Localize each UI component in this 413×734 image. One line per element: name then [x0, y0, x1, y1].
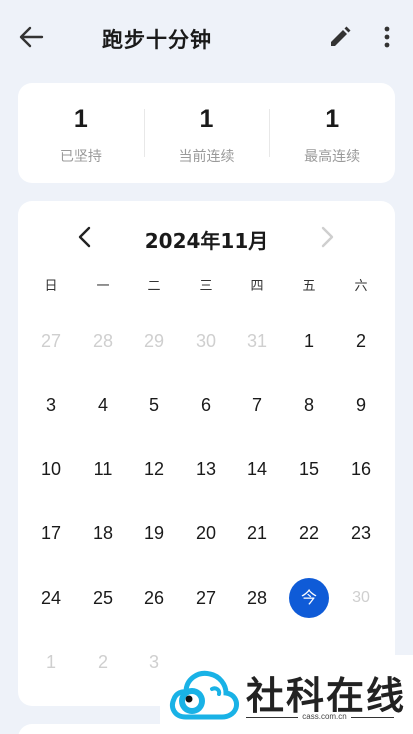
calendar-day[interactable]: 1 — [31, 642, 71, 682]
calendar-day[interactable]: 16 — [341, 449, 381, 489]
calendar-day[interactable]: 12 — [134, 449, 174, 489]
stat-value: 1 — [199, 105, 214, 133]
watermark-url: cass.com.cn — [298, 712, 351, 721]
calendar-day[interactable]: 14 — [237, 449, 277, 489]
stat-label: 已坚持 — [59, 149, 102, 165]
calendar-day[interactable]: 10 — [31, 449, 71, 489]
calendar-day[interactable]: 22 — [289, 513, 329, 553]
stat-label: 当前连续 — [178, 149, 235, 165]
calendar-day[interactable]: 5 — [134, 385, 174, 425]
calendar-day[interactable]: 2 — [341, 321, 381, 361]
calendar-day[interactable]: 1 — [289, 321, 329, 361]
calendar-day[interactable]: 7 — [237, 385, 277, 425]
more-options-button[interactable] — [372, 22, 402, 52]
stat-value: 1 — [73, 105, 88, 133]
calendar-day[interactable]: 11 — [83, 449, 123, 489]
calendar-day[interactable]: 9 — [341, 385, 381, 425]
stat-total-days: 1 已坚持 — [18, 83, 144, 183]
stat-best-streak: 1 最高连续 — [269, 83, 395, 183]
calendar-day[interactable]: 24 — [31, 578, 71, 618]
calendar-day[interactable]: 30 — [341, 578, 381, 618]
calendar-day[interactable]: 30 — [186, 321, 226, 361]
stat-label: 最高连续 — [304, 149, 361, 165]
calendar-day-today[interactable]: 今 — [289, 578, 329, 618]
edit-button[interactable] — [324, 22, 356, 52]
calendar-day[interactable]: 27 — [186, 578, 226, 618]
calendar-day[interactable]: 19 — [134, 513, 174, 553]
calendar-day[interactable]: 2 — [83, 642, 123, 682]
calendar-day[interactable]: 27 — [31, 321, 71, 361]
calendar-day[interactable]: 29 — [134, 321, 174, 361]
calendar-day[interactable]: 3 — [31, 385, 71, 425]
page-title: 跑步十分钟 — [102, 28, 212, 52]
weekday-fri: 五 — [302, 279, 316, 294]
weekday-sun: 日 — [44, 279, 58, 294]
weekday-mon: 一 — [96, 279, 110, 294]
app-bar: 跑步十分钟 — [0, 0, 413, 74]
weekday-thu: 四 — [250, 279, 264, 294]
arrow-left-icon — [19, 26, 44, 48]
chevron-right-icon — [321, 226, 334, 248]
watermark-url-wrapper: cass.com.cn — [160, 712, 413, 721]
weekday-sat: 六 — [354, 279, 368, 294]
calendar-card: 2024年11月 日 一 二 三 四 五 六 27 28 29 30 31 1 … — [18, 201, 395, 706]
stat-value: 1 — [325, 105, 340, 133]
calendar-day[interactable]: 31 — [237, 321, 277, 361]
calendar-day[interactable]: 25 — [83, 578, 123, 618]
calendar-day[interactable]: 6 — [186, 385, 226, 425]
calendar-day[interactable]: 17 — [31, 513, 71, 553]
calendar-day[interactable]: 26 — [134, 578, 174, 618]
next-month-button[interactable] — [314, 223, 342, 251]
calendar-day[interactable]: 8 — [289, 385, 329, 425]
back-button[interactable] — [14, 22, 48, 52]
calendar-day[interactable]: 13 — [186, 449, 226, 489]
calendar-day[interactable]: 18 — [83, 513, 123, 553]
calendar-day[interactable]: 28 — [83, 321, 123, 361]
calendar-day[interactable]: 28 — [237, 578, 277, 618]
calendar-day[interactable]: 15 — [289, 449, 329, 489]
weekday-wed: 三 — [199, 279, 213, 294]
calendar-day[interactable]: 20 — [186, 513, 226, 553]
more-vertical-icon — [384, 26, 390, 48]
watermark: 社科在线 cass.com.cn — [160, 655, 413, 734]
calendar-day[interactable]: 4 — [83, 385, 123, 425]
calendar-day[interactable]: 23 — [341, 513, 381, 553]
weekday-tue: 二 — [147, 279, 161, 294]
calendar-day[interactable]: 21 — [237, 513, 277, 553]
pencil-icon — [331, 26, 351, 46]
stats-card: 1 已坚持 1 当前连续 1 最高连续 — [18, 83, 395, 183]
stat-current-streak: 1 当前连续 — [143, 83, 270, 183]
